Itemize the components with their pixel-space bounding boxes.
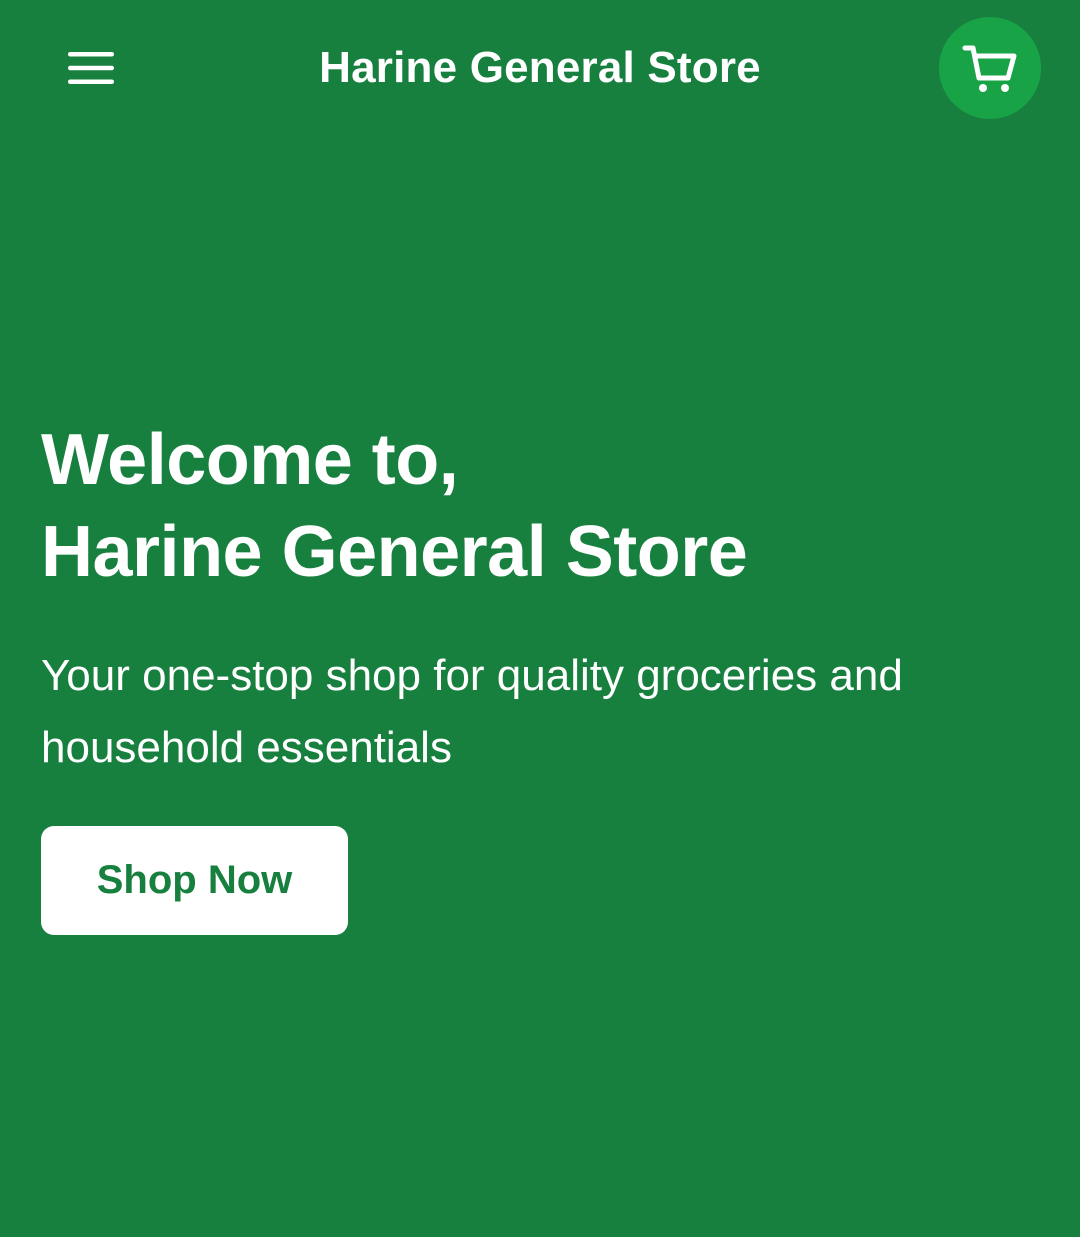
hero-heading-line-1: Welcome to, xyxy=(41,420,459,500)
store-title: Harine General Store xyxy=(319,43,761,92)
hero-heading: Welcome to, Harine General Store xyxy=(41,414,1021,598)
cart-button[interactable] xyxy=(939,17,1041,119)
shopping-cart-icon xyxy=(962,45,1017,92)
hero-section: Welcome to, Harine General Store Your on… xyxy=(41,414,1021,935)
app-header: Harine General Store xyxy=(0,0,1080,136)
hero-heading-line-2: Harine General Store xyxy=(41,512,748,592)
shop-now-button[interactable]: Shop Now xyxy=(41,826,348,935)
hero-subtitle: Your one-stop shop for quality groceries… xyxy=(41,651,903,772)
